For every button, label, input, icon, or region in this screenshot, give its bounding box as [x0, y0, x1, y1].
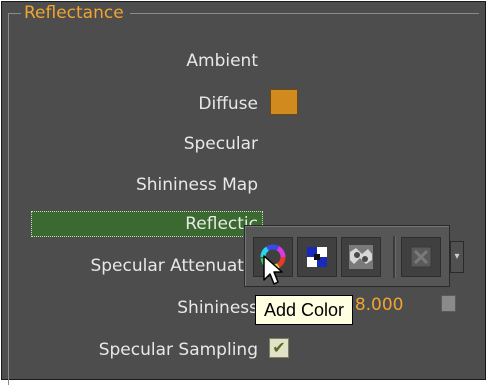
- add-map-icon: [346, 242, 376, 272]
- diffuse-color-swatch[interactable]: [270, 89, 298, 115]
- specular-label: Specular: [183, 134, 258, 154]
- add-map-button[interactable]: [341, 237, 381, 277]
- delete-icon: [407, 243, 435, 271]
- shininess-map-slot[interactable]: [441, 295, 456, 312]
- reflectance-group-title: Reflectance: [21, 2, 130, 24]
- specular-attenuation-label: Specular Attenuatic: [90, 256, 258, 276]
- add-texture-icon: [304, 244, 330, 270]
- shininess-label: Shininess: [177, 298, 258, 318]
- mouse-cursor-icon: [262, 254, 286, 292]
- shininess-map-label: Shininess Map: [135, 175, 258, 195]
- add-texture-button[interactable]: [297, 237, 337, 277]
- toolbar-separator: [393, 236, 396, 278]
- specular-sampling-checkbox[interactable]: ✔: [269, 338, 289, 358]
- add-color-tooltip: Add Color: [255, 295, 354, 325]
- diffuse-label: Diffuse: [198, 94, 258, 114]
- ambient-label: Ambient: [186, 51, 258, 71]
- delete-button[interactable]: [401, 237, 441, 277]
- specular-sampling-label: Specular Sampling: [98, 340, 258, 360]
- toolbar-expand-arrow[interactable]: ▾: [450, 241, 464, 273]
